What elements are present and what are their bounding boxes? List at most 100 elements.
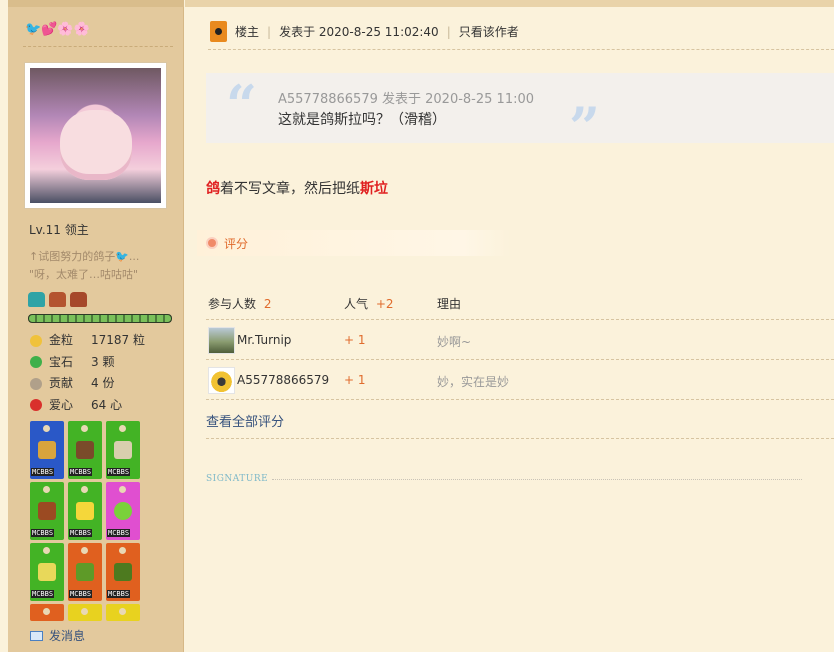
stat-value: 64 心 <box>91 397 123 412</box>
portrait-icon <box>38 441 56 459</box>
custom-title: ↑试图努力的鸽子🐦... "呀，太难了…咕咕咕" <box>29 248 179 284</box>
rate-tab[interactable]: 评分 <box>197 230 510 256</box>
leather-helmet-icon[interactable] <box>49 292 66 307</box>
quote-block: “ A55778866579 发表于 2020-8-25 11:00 这就是鸽斯… <box>206 73 834 159</box>
badge-map[interactable]: MCBBS <box>106 421 140 479</box>
badge-partial[interactable] <box>68 604 102 621</box>
stat-value: 4 份 <box>91 376 115 390</box>
level-progress-bar <box>28 314 172 323</box>
badge-tag: MCBBS <box>31 590 55 598</box>
sponge-block-icon <box>38 563 56 581</box>
rater-name[interactable]: A55778866579 <box>237 373 329 387</box>
contribution-icon <box>30 377 42 390</box>
badge-partial[interactable] <box>30 604 64 621</box>
stat-row[interactable]: 宝石 3 颗 <box>30 352 145 374</box>
rate-tab-label: 评分 <box>224 236 249 251</box>
owner-label: 楼主 <box>235 25 260 39</box>
badge-tag: MCBBS <box>107 468 131 476</box>
badge-leaves[interactable]: MCBBS <box>106 543 140 601</box>
post-header: 楼主 | 发表于 2020-8-25 11:02:40 | 只看该作者 <box>210 21 519 42</box>
stat-label: 贡献 <box>49 376 74 390</box>
stat-row[interactable]: 金粒 17187 粒 <box>30 330 145 352</box>
custom-title-line-2: "呀，太难了…咕咕咕" <box>29 268 139 281</box>
avatar-image <box>30 68 161 203</box>
signature-label: SIGNATURE <box>206 474 269 484</box>
post-content-emphasis: 鸽 <box>206 181 220 197</box>
custom-title-line-1: ↑试图努力的鸽子🐦... <box>29 250 140 263</box>
table-row: A55778866579 + 1 妙，实在是妙 <box>206 360 834 400</box>
badge-leather[interactable]: MCBBS <box>30 482 64 540</box>
emerald-icon <box>30 356 42 369</box>
participants-header: 参与人数 2 <box>208 295 271 312</box>
badge-tag: MCBBS <box>107 590 131 598</box>
medal-icons <box>28 292 91 311</box>
post-main: 楼主 | 发表于 2020-8-25 11:02:40 | 只看该作者 “ A5… <box>185 0 834 652</box>
send-message-label: 发消息 <box>49 629 86 643</box>
rater-name[interactable]: Mr.Turnip <box>237 333 291 347</box>
table-row: Mr.Turnip + 1 妙啊~ <box>206 320 834 360</box>
badge-tag: MCBBS <box>107 529 131 537</box>
post-top-border <box>185 0 834 7</box>
user-profile-sidebar: 🐦💕🌸🌸 Lv.11 领主 ↑试图努力的鸽子🐦... "呀，太难了…咕咕咕" 金… <box>8 0 184 652</box>
open-quote-icon: “ <box>226 73 258 137</box>
stat-row[interactable]: 贡献 4 份 <box>30 373 145 395</box>
post-content: 鸽着不写文章，然后把纸斯垃 <box>206 178 388 198</box>
badge-tag: MCBBS <box>69 468 93 476</box>
seeds-icon <box>76 563 94 581</box>
rater-reason: 妙啊~ <box>437 335 472 349</box>
badge-vangogh[interactable]: MCBBS <box>30 421 64 479</box>
badge-partial[interactable] <box>106 604 140 621</box>
gold-ingot-icon <box>76 502 94 520</box>
leaves-icon <box>114 563 132 581</box>
stat-label: 金粒 <box>49 333 74 347</box>
signature-divider: SIGNATURE <box>206 474 803 484</box>
rater-reason: 妙，实在是妙 <box>437 375 510 389</box>
user-stats: 金粒 17187 粒宝石 3 颗贡献 4 份爱心 64 心 <box>30 330 145 416</box>
post-timestamp: 发表于 2020-8-25 11:02:40 <box>279 25 439 39</box>
envelope-icon <box>30 630 43 641</box>
badge-tag: MCBBS <box>31 529 55 537</box>
badge-block[interactable]: MCBBS <box>30 543 64 601</box>
leather-helmet-icon[interactable] <box>70 292 87 307</box>
rate-icon <box>206 237 218 249</box>
rating-table-header: 参与人数 2 人气 +2 理由 <box>206 282 834 320</box>
avatar[interactable] <box>24 62 167 209</box>
close-quote-icon: ” <box>569 95 601 159</box>
quote-meta[interactable]: A55778866579 发表于 2020-8-25 11:00 <box>278 88 534 107</box>
separator: | <box>267 24 272 39</box>
badge-tag: MCBBS <box>69 529 93 537</box>
rating-table: 参与人数 2 人气 +2 理由 Mr.Turnip + 1 妙啊~ A55778… <box>206 282 834 400</box>
popularity-value: +2 <box>375 297 394 311</box>
send-message-link[interactable]: 发消息 <box>30 627 85 644</box>
badge-gold[interactable]: MCBBS <box>68 482 102 540</box>
sidebar-top-border <box>8 0 184 7</box>
gold-nugget-icon <box>30 334 42 347</box>
popularity-header: 人气 +2 <box>344 295 394 312</box>
post-content-text: 着不写文章，然后把纸 <box>220 181 360 197</box>
rater-points: + 1 <box>344 333 366 347</box>
only-author-link[interactable]: 只看该作者 <box>459 23 519 40</box>
stat-value: 17187 粒 <box>91 333 145 347</box>
badge-potion[interactable]: MCBBS <box>106 482 140 540</box>
view-all-ratings-link[interactable]: 查看全部评分 <box>206 411 284 430</box>
popularity-label: 人气 <box>344 297 369 311</box>
badge-grid: MCBBS MCBBS MCBBS MCBBS MCBBS MCBBS MCBB… <box>30 421 140 621</box>
signature-dotted-line <box>272 478 803 480</box>
profile-emoji-row: 🐦💕🌸🌸 <box>25 22 90 37</box>
level-progress-fill <box>29 315 171 322</box>
book-icon <box>76 441 94 459</box>
badge-tag: MCBBS <box>69 590 93 598</box>
badge-seeds[interactable]: MCBBS <box>68 543 102 601</box>
rater-avatar[interactable] <box>208 367 235 394</box>
stat-row[interactable]: 爱心 64 心 <box>30 395 145 417</box>
rater-avatar[interactable] <box>208 327 235 354</box>
leather-icon <box>38 502 56 520</box>
quote-text: 这就是鸽斯拉吗？（滑稽） <box>278 112 446 128</box>
badge-book[interactable]: MCBBS <box>68 421 102 479</box>
thread-owner-icon <box>210 21 227 42</box>
badge-tag: MCBBS <box>31 468 55 476</box>
reason-header: 理由 <box>437 297 462 311</box>
diamond-helmet-icon[interactable] <box>28 292 45 307</box>
divider <box>206 438 834 439</box>
stat-label: 宝石 <box>49 354 74 369</box>
